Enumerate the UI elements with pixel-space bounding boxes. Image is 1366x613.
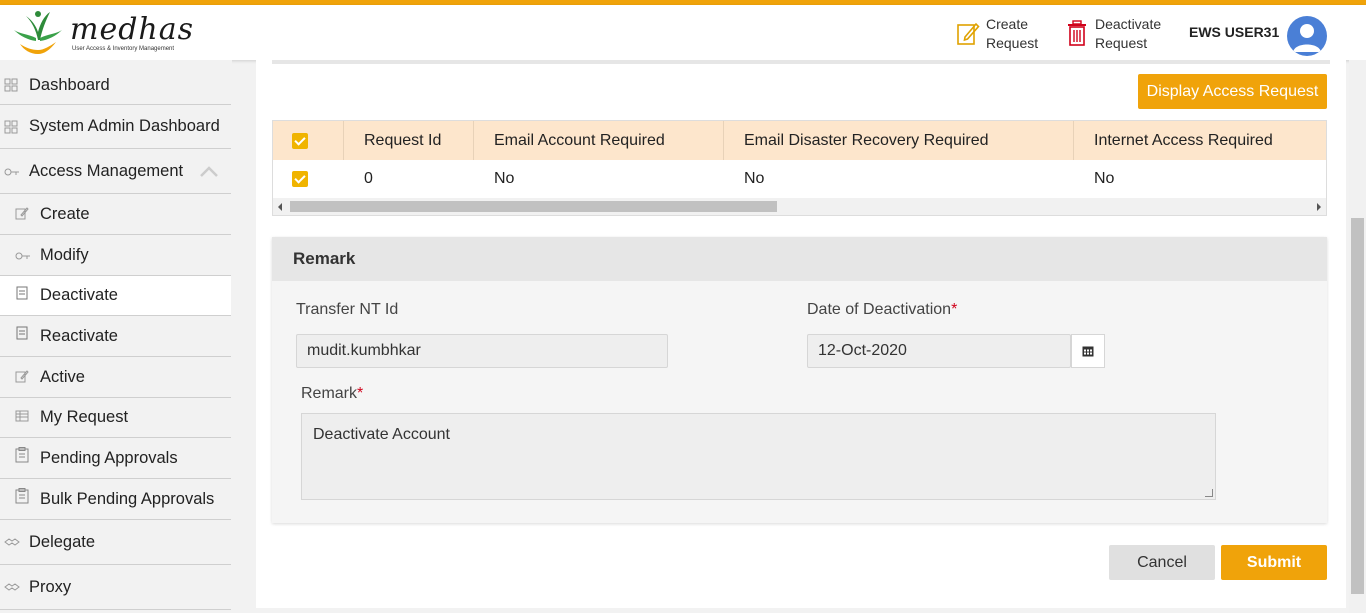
table-cell: 0 (364, 170, 373, 187)
remark-card-title: Remark (272, 237, 1327, 281)
handshake-icon (4, 537, 20, 551)
column-header[interactable]: Request Id (344, 121, 474, 160)
sidebar-item-label: Active (40, 367, 85, 386)
sidebar-item-pending-approvals[interactable]: Pending Approvals (0, 438, 231, 479)
grid-icon (4, 78, 18, 92)
sidebar-item-label: Deactivate (40, 286, 118, 304)
table-cell: No (494, 170, 515, 187)
logo-tagline: User Access & Inventory Management (72, 46, 175, 52)
calendar-icon (1082, 346, 1094, 357)
resize-handle[interactable] (1205, 489, 1213, 497)
sidebar-item-label: System Admin Dashboard (29, 117, 220, 135)
horizontal-scrollbar[interactable] (273, 198, 1326, 215)
sidebar-item-active[interactable]: Active (0, 357, 231, 398)
column-header[interactable]: Email Account Required (474, 121, 724, 160)
sidebar-item-bulk-pending-approvals[interactable]: Bulk Pending Approvals (0, 479, 231, 520)
sidebar-item-system-admin-dashboard[interactable]: System Admin Dashboard (0, 105, 231, 149)
header-checkbox-cell (273, 121, 344, 160)
column-header[interactable]: Email Disaster Recovery Required (724, 121, 1074, 160)
sidebar-item-label: Dashboard (29, 75, 110, 94)
clipboard-icon (15, 447, 29, 463)
calendar-button[interactable] (1071, 334, 1105, 368)
table-cell: No (1094, 170, 1115, 187)
access-request-table: Request Id Email Account Required Email … (272, 120, 1327, 216)
vertical-scrollbar[interactable] (1349, 60, 1366, 613)
remark-value: Deactivate Account (313, 426, 450, 443)
scrollbar-thumb[interactable] (290, 201, 777, 212)
sidebar-item-label: Access Management (29, 161, 184, 180)
user-name[interactable]: EWS USER31 (1189, 24, 1279, 40)
date-value: 12-Oct-2020 (818, 342, 907, 359)
sidebar-item-deactivate[interactable]: Deactivate (0, 276, 231, 316)
sidebar-item-label: Bulk Pending Approvals (40, 489, 215, 508)
app-header: medhas User Access & Inventory Managemen… (0, 5, 1366, 60)
required-marker: * (357, 385, 364, 402)
display-access-request-button[interactable]: Display Access Request (1138, 74, 1327, 109)
table-cell: No (744, 170, 765, 187)
required-marker: * (951, 301, 958, 318)
sidebar-item-label: Delegate (29, 532, 96, 551)
create-request-line2: Request (986, 35, 1039, 51)
sidebar-item-dashboard[interactable]: Dashboard (0, 66, 231, 105)
remark-label-text: Remark (301, 385, 358, 402)
deactivate-request-line2: Request (1095, 35, 1148, 51)
logo-wordmark: medhas (70, 12, 195, 47)
handshake-icon (4, 582, 20, 596)
scroll-left-icon[interactable] (278, 203, 282, 211)
sidebar: Dashboard System Admin Dashboard Access … (0, 60, 232, 613)
remark-label: Remark* (301, 385, 363, 403)
submit-button[interactable]: Submit (1221, 545, 1327, 580)
section-divider (272, 60, 1330, 64)
sidebar-item-access-management[interactable]: Access Management (0, 149, 231, 194)
remark-textarea[interactable]: Deactivate Account (301, 413, 1216, 500)
date-of-deactivation-field[interactable]: 12-Oct-2020 (807, 334, 1105, 368)
deactivate-request-button[interactable]: Deactivate Request (1065, 15, 1161, 53)
grid-icon (4, 120, 18, 134)
document-icon (15, 326, 29, 340)
trash-icon (1068, 20, 1086, 46)
key-icon (4, 165, 19, 179)
document-icon (15, 286, 29, 300)
sidebar-item-modify[interactable]: Modify (0, 235, 231, 276)
cancel-button[interactable]: Cancel (1109, 545, 1215, 580)
sidebar-item-label: Proxy (29, 577, 72, 596)
edit-icon (15, 206, 29, 220)
create-request-line1: Create (986, 16, 1029, 32)
sidebar-item-proxy[interactable]: Proxy (0, 565, 231, 610)
user-avatar-icon[interactable] (1287, 16, 1327, 56)
remark-card: Remark Transfer NT Id mudit.kumbhkar Dat… (272, 237, 1327, 523)
sidebar-item-my-request[interactable]: My Request (0, 398, 231, 438)
key-icon (15, 249, 30, 263)
column-header[interactable]: Internet Access Required (1074, 121, 1326, 160)
transfer-nt-id-label: Transfer NT Id (296, 301, 399, 318)
transfer-nt-id-field[interactable]: mudit.kumbhkar (296, 334, 668, 368)
logo-plant-icon (14, 11, 62, 54)
medhas-logo[interactable]: medhas User Access & Inventory Managemen… (10, 8, 193, 58)
sidebar-item-create[interactable]: Create (0, 194, 231, 235)
create-request-button[interactable]: Create Request (956, 15, 1038, 53)
sidebar-item-label: Pending Approvals (40, 448, 178, 467)
select-all-checkbox[interactable] (292, 132, 308, 149)
date-of-deactivation-label: Date of Deactivation* (807, 301, 957, 319)
sidebar-item-delegate[interactable]: Delegate (0, 520, 231, 565)
scrollbar-thumb[interactable] (1351, 218, 1364, 594)
sidebar-item-label: Create (40, 204, 90, 223)
table-header-row: Request Id Email Account Required Email … (273, 121, 1326, 160)
row-checkbox[interactable] (292, 171, 308, 187)
edit-icon (957, 22, 980, 45)
date-label-text: Date of Deactivation (807, 301, 952, 318)
deactivate-request-line1: Deactivate (1095, 16, 1162, 32)
clipboard-icon (15, 488, 29, 504)
table-row[interactable]: 0 No No No (273, 160, 1326, 198)
sidebar-item-reactivate[interactable]: Reactivate (0, 316, 231, 357)
edit-icon (15, 369, 29, 383)
sidebar-item-label: Modify (40, 245, 89, 264)
sidebar-item-label: My Request (40, 408, 129, 426)
scroll-right-icon[interactable] (1317, 203, 1321, 211)
table-icon (15, 409, 29, 423)
row-checkbox-cell (273, 160, 344, 198)
sidebar-item-label: Reactivate (40, 326, 118, 345)
chevron-up-icon[interactable] (200, 166, 218, 178)
main-panel: Display Access Request Request Id Email … (256, 60, 1346, 608)
